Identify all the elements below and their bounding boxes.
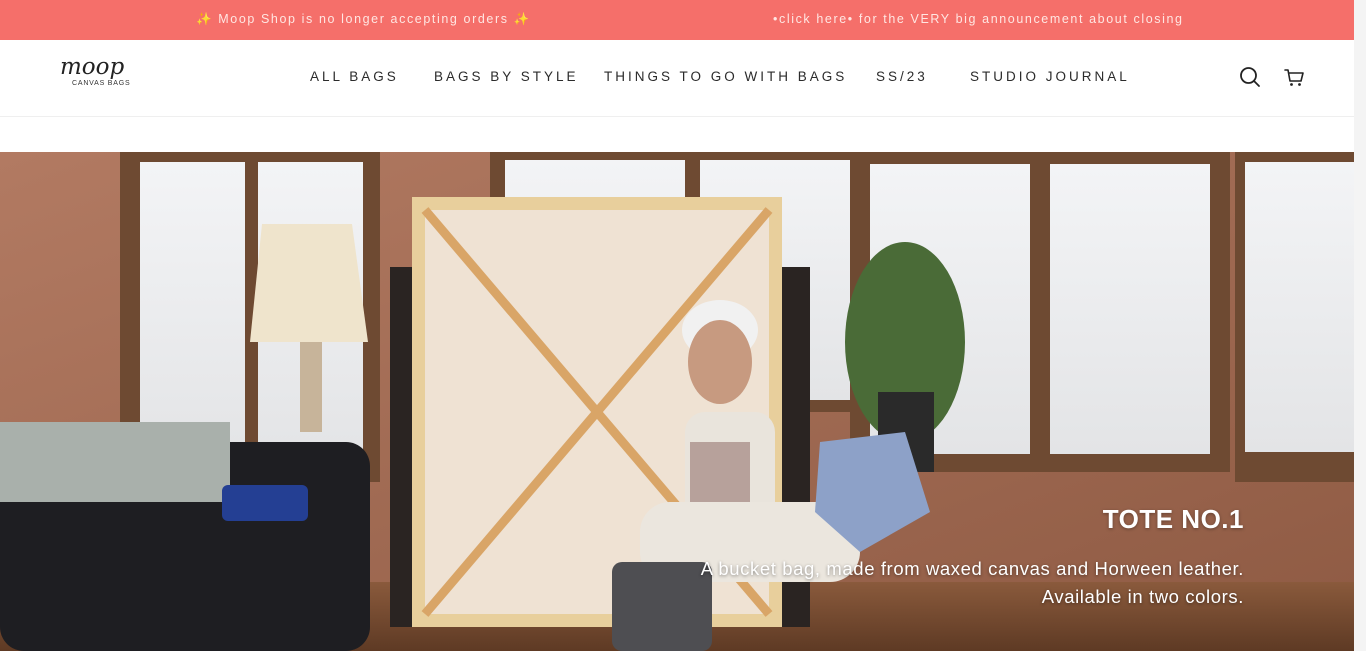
hero-description: A bucket bag, made from waxed canvas and…	[701, 555, 1244, 611]
sparkle-icon: ✨	[196, 12, 214, 26]
hero-title[interactable]: TOTE NO.1	[701, 504, 1244, 535]
hero-description-line: Available in two colors.	[1041, 586, 1244, 607]
logo-subtext: CANVAS BAGS	[72, 80, 131, 87]
search-icon[interactable]	[1239, 66, 1261, 88]
hero-caption: TOTE NO.1 A bucket bag, made from waxed …	[701, 504, 1244, 611]
logo-wordmark: moop	[60, 54, 125, 80]
hero-banner[interactable]: TOTE NO.1 A bucket bag, made from waxed …	[0, 152, 1354, 651]
nav-ss23[interactable]: SS/23	[876, 69, 928, 84]
sparkle-icon: ✨	[513, 12, 531, 26]
nav-studio-journal[interactable]: STUDIO JOURNAL	[970, 69, 1130, 84]
nav-things-to-go-with-bags[interactable]: THINGS TO GO WITH BAGS	[604, 69, 847, 84]
closing-notice: ✨ Moop Shop is no longer accepting order…	[196, 12, 531, 27]
hero-description-line: A bucket bag, made from waxed canvas and…	[700, 558, 1244, 579]
closing-notice-text: Moop Shop is no longer accepting orders	[218, 12, 509, 26]
nav-all-bags[interactable]: ALL BAGS	[310, 69, 399, 84]
cart-icon[interactable]	[1283, 66, 1305, 88]
announcement-link[interactable]: •click here• for the VERY big announceme…	[773, 12, 1184, 26]
logo[interactable]: moop CANVAS BAGS	[60, 56, 156, 92]
announcement-bar: ✨ Moop Shop is no longer accepting order…	[0, 0, 1354, 40]
nav-bags-by-style[interactable]: BAGS BY STYLE	[434, 69, 579, 84]
site-header: moop CANVAS BAGS ALL BAGS BAGS BY STYLE …	[0, 40, 1354, 117]
page-scrollbar[interactable]	[1354, 0, 1366, 651]
